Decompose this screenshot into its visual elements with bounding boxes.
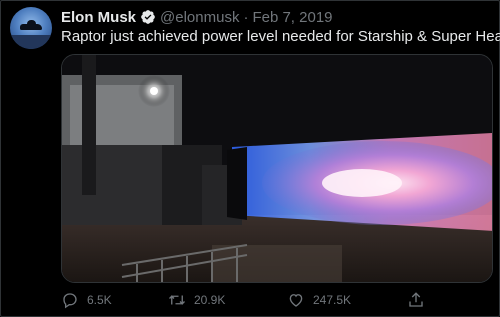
author-handle[interactable]: @elonmusk [160,9,239,26]
tweet-date[interactable]: Feb 7, 2019 [252,9,332,26]
reply-icon [63,293,77,309]
retweet-button[interactable]: 20.9K [168,291,225,309]
heart-icon [289,294,303,307]
tweet-card[interactable]: Elon Musk @elonmusk · Feb 7, 2019 Raptor… [0,0,500,317]
tweet-header: Elon Musk @elonmusk · Feb 7, 2019 [61,8,333,26]
avatar-car [20,20,42,30]
reply-count: 6.5K [87,293,112,307]
tweet-text: Raptor just achieved power level needed … [61,28,500,45]
rocket-test-image [62,55,492,282]
tweet-actions: 6.5K 20.9K 247.5K [61,291,493,311]
like-button[interactable]: 247.5K [287,291,351,309]
share-icon [409,292,423,307]
share-button[interactable] [407,291,433,309]
retweet-icon [169,295,185,305]
like-count: 247.5K [313,293,352,307]
tweet-media[interactable] [61,54,493,283]
verified-badge-icon [141,10,155,24]
separator-dot: · [243,8,249,26]
retweet-count: 20.9K [194,293,226,307]
author-name[interactable]: Elon Musk [61,9,136,26]
avatar[interactable] [10,7,52,49]
avatar-ground [10,35,52,49]
reply-button[interactable]: 6.5K [61,291,112,309]
